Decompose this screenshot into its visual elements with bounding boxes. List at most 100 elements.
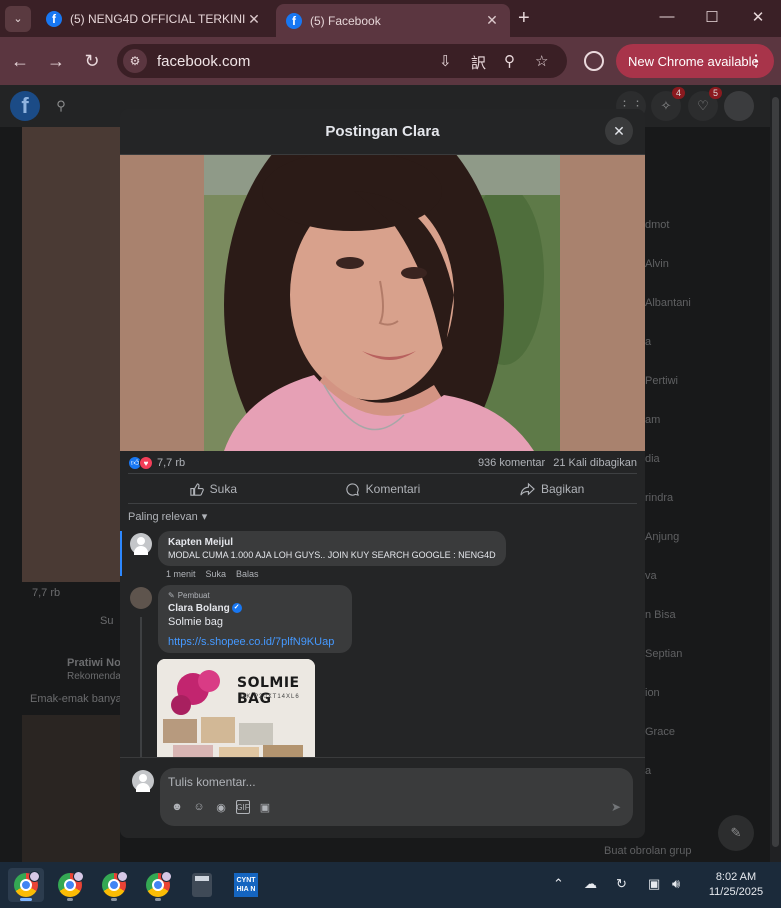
comment-like-link[interactable]: Suka	[206, 569, 227, 579]
contact-item[interactable]: Grace	[645, 726, 675, 738]
contact-item[interactable]: am	[645, 414, 660, 426]
post-modal: Postingan Clara ✕ �	[120, 109, 645, 838]
maximize-button[interactable]: ☐	[702, 8, 722, 26]
comment-composer[interactable]: ☻ ☺ ◉ GIF ▣ ➤	[160, 768, 633, 826]
comment-bubble: ✎ Pembuat Clara Bolang ✓ Solmie bag https…	[158, 585, 352, 653]
feed-suggested-name[interactable]: Pratiwi No	[67, 657, 121, 669]
comment-sort-dropdown[interactable]: Paling relevan ▾	[128, 510, 207, 524]
comment-input[interactable]	[168, 774, 568, 790]
comment-link[interactable]: https://s.shopee.co.id/7plfN9KUap	[168, 636, 342, 648]
running-indicator	[111, 898, 117, 901]
site-info-icon[interactable]: ⚙	[123, 49, 147, 73]
post-stats: 👍︎ ♥ 7,7 rb 936 komentar 21 Kali dibagik…	[128, 453, 637, 473]
emoji-icon[interactable]: ☺	[192, 800, 206, 814]
contact-item[interactable]: Anjung	[645, 531, 679, 543]
browser-titlebar: ⌄ f (5) NENG4D OFFICIAL TERKINI | ✕ f (5…	[0, 0, 781, 37]
contact-item[interactable]: a	[645, 765, 651, 777]
search-icon[interactable]: ⚲	[46, 91, 76, 121]
comment-button[interactable]: Komentari	[298, 475, 468, 503]
tab-neng4d[interactable]: f (5) NENG4D OFFICIAL TERKINI | ✕	[36, 4, 272, 34]
taskbar-chrome-profile-1[interactable]	[8, 868, 44, 902]
contact-item[interactable]: Albantani	[645, 297, 691, 309]
window-close-button[interactable]: ✕	[748, 8, 768, 26]
url-text[interactable]: facebook.com	[157, 53, 250, 70]
contact-item[interactable]: dmot	[645, 219, 669, 231]
messenger-icon[interactable]: ✧ 4	[651, 87, 685, 121]
contact-item[interactable]: Alvin	[645, 258, 669, 270]
contact-item[interactable]: dia	[645, 453, 660, 465]
post-photo[interactable]	[204, 155, 560, 451]
contact-item[interactable]: Septian	[645, 648, 682, 660]
camera-icon[interactable]: ◉	[214, 800, 228, 814]
system-clock[interactable]: 8:02 AM 11/25/2025	[700, 870, 772, 900]
page-scrollbar[interactable]	[770, 85, 781, 862]
taskbar-chrome-profile-3[interactable]	[96, 868, 132, 902]
close-icon[interactable]: ✕	[484, 12, 500, 29]
gif-icon[interactable]: GIF	[236, 800, 250, 814]
tab-search-button[interactable]: ⌄	[5, 5, 31, 32]
account-avatar[interactable]	[724, 91, 754, 121]
comment-image[interactable]: SOLMIE BAG UK P20XT14XL6	[157, 659, 315, 757]
comment-author[interactable]: Clara Bolang ✓	[168, 603, 342, 614]
close-icon[interactable]: ✕	[605, 117, 633, 145]
share-button[interactable]: Bagikan	[467, 475, 637, 503]
bell-icon[interactable]: ♡ 5	[688, 87, 722, 121]
new-group-chat[interactable]: Buat obrolan grup	[604, 845, 691, 857]
contact-item[interactable]: rindra	[645, 492, 673, 504]
cloud-off-icon[interactable]: ☁	[584, 876, 597, 892]
comment-reply-link[interactable]: Balas	[236, 569, 259, 579]
update-label: New Chrome available	[628, 53, 759, 69]
contact-item[interactable]: va	[645, 570, 657, 582]
chevron-down-icon: ⌄	[13, 13, 23, 25]
profile-icon[interactable]	[584, 51, 604, 71]
send-icon[interactable]: ➤	[611, 800, 621, 814]
network-icon[interactable]: ▣	[648, 876, 660, 892]
scrollbar-thumb[interactable]	[772, 97, 779, 847]
new-tab-button[interactable]: +	[518, 8, 530, 28]
sync-icon[interactable]: ↻	[616, 876, 627, 892]
volume-icon[interactable]: 🔊︎	[672, 876, 680, 892]
contact-item[interactable]: Pertiwi	[645, 375, 678, 387]
update-chrome-button[interactable]: New Chrome available ⋮	[616, 44, 774, 78]
profile-badge-icon	[117, 871, 128, 882]
taskbar-chrome-profile-2[interactable]	[52, 868, 88, 902]
comment-time[interactable]: 1 menit	[166, 569, 196, 579]
translate-icon[interactable]: 訳	[471, 52, 486, 73]
taskbar-chrome-profile-4[interactable]	[140, 868, 176, 902]
sticker-icon[interactable]: ▣	[258, 800, 272, 814]
facebook-icon: f	[286, 12, 302, 29]
reload-button[interactable]: ↻	[81, 51, 103, 71]
share-count[interactable]: 21 Kali dibagikan	[553, 457, 637, 469]
feed-post-text: Emak-emak banya	[30, 693, 122, 705]
taskbar-calculator[interactable]	[184, 868, 220, 902]
address-bar[interactable]: ⚙ facebook.com ⇩ 訳 ⚲ ☆	[117, 44, 567, 78]
comment-author-name[interactable]: Clara Bolang	[168, 603, 230, 614]
back-button[interactable]: ←	[9, 51, 31, 71]
chevron-up-icon[interactable]: ⌃	[553, 876, 564, 892]
avatar[interactable]	[132, 770, 154, 792]
comment-count[interactable]: 936 komentar	[478, 457, 545, 469]
minimize-button[interactable]: —	[657, 8, 677, 25]
facebook-logo[interactable]: f	[10, 91, 40, 121]
contact-item[interactable]: n Bisa	[645, 609, 676, 621]
bookmark-star-icon[interactable]: ☆	[535, 52, 548, 70]
reaction-count[interactable]: 7,7 rb	[157, 457, 185, 469]
running-indicator	[155, 898, 161, 901]
contact-item[interactable]: a	[645, 336, 651, 348]
contact-item[interactable]: ion	[645, 687, 660, 699]
comment-author[interactable]: Kapten Meijul	[168, 537, 496, 548]
tab-facebook[interactable]: f (5) Facebook ✕	[276, 4, 510, 37]
avatar-sticker-icon[interactable]: ☻	[170, 800, 184, 814]
avatar[interactable]	[130, 587, 152, 609]
close-icon[interactable]: ✕	[246, 11, 262, 28]
product-image-title: SOLMIE BAG	[237, 675, 300, 707]
zoom-icon[interactable]: ⚲	[504, 52, 515, 70]
feed-like-label[interactable]: Su	[100, 615, 113, 627]
new-message-icon[interactable]: ✎	[718, 815, 754, 851]
install-app-icon[interactable]: ⇩	[439, 52, 452, 70]
more-menu-icon[interactable]: ⋮	[748, 51, 764, 71]
forward-button[interactable]: →	[45, 51, 67, 71]
taskbar-cynthian[interactable]: CYNT HIA N	[228, 868, 264, 902]
avatar[interactable]	[130, 533, 152, 555]
like-button[interactable]: Suka	[128, 475, 298, 503]
